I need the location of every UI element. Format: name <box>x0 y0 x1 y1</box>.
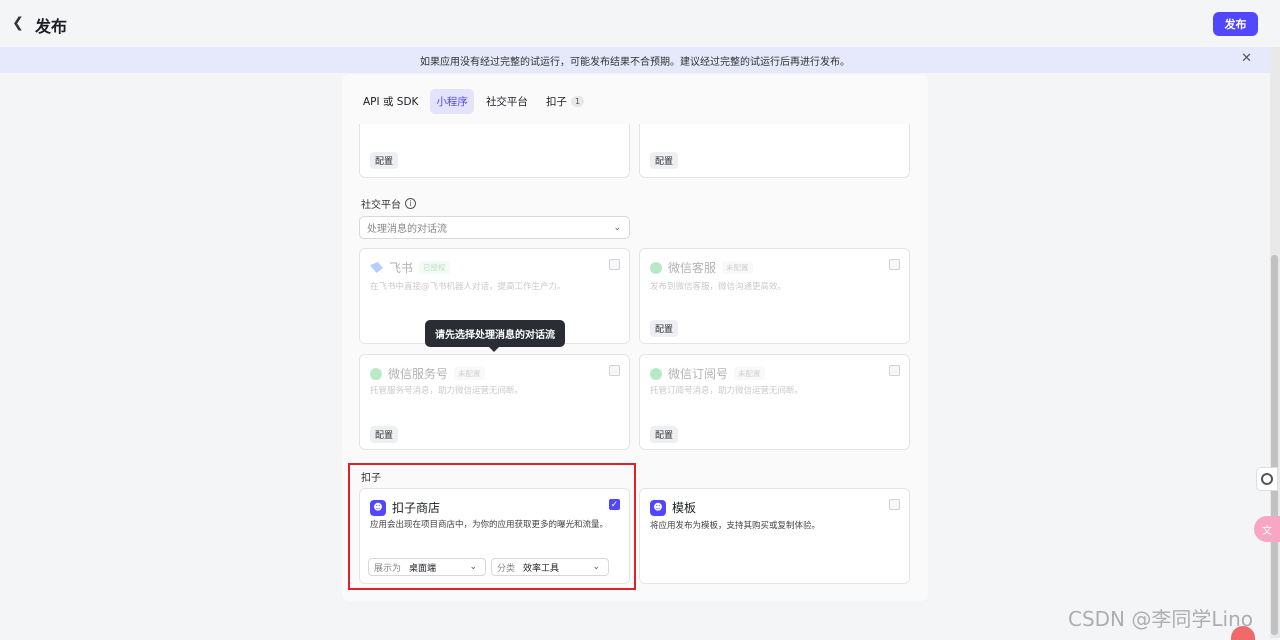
mini-program-card: 配置 <box>639 124 910 178</box>
chevron-left-icon: ❮ <box>12 15 24 31</box>
config-button[interactable]: 配置 <box>370 152 399 169</box>
social-section-label: 社交平台 i <box>361 196 416 211</box>
tab-social[interactable]: 社交平台 <box>480 89 534 114</box>
workflow-select[interactable]: 处理消息的对话流 ⌄ <box>359 216 630 239</box>
tab-mini-program[interactable]: 小程序 <box>430 89 474 114</box>
card-description: 托管订阅号消息，助力微信运营无间断。 <box>650 386 804 396</box>
status-badge: 未配置 <box>454 367 485 380</box>
wechat-icon <box>650 261 662 274</box>
circle-icon <box>1261 473 1273 485</box>
card-description: 托管服务号消息，助力微信运营无间断。 <box>370 386 524 396</box>
tab-coze[interactable]: 扣子 1 <box>540 89 590 114</box>
wechat-subscription-card[interactable]: 微信订阅号 未配置 托管订阅号消息，助力微信运营无间断。 配置 <box>639 354 910 450</box>
status-badge: 未配置 <box>734 367 765 380</box>
status-badge: 未配置 <box>722 261 753 274</box>
back-button[interactable]: ❮ <box>10 14 26 32</box>
wechat-kf-card[interactable]: 微信客服 未配置 发布到微信客服，微信沟通更高效。 配置 <box>639 248 910 344</box>
template-checkbox[interactable] <box>889 499 900 510</box>
feishu-checkbox[interactable] <box>609 259 620 270</box>
wechat-service-checkbox[interactable] <box>609 365 620 376</box>
float-assistant-button[interactable] <box>1256 467 1278 491</box>
scrollbar-thumb[interactable] <box>1271 255 1278 635</box>
config-button[interactable]: 配置 <box>650 426 679 443</box>
wechat-kf-checkbox[interactable] <box>889 259 900 270</box>
template-icon: ☻ <box>650 499 666 516</box>
highlight-box <box>348 463 636 590</box>
wechat-icon <box>370 367 382 380</box>
feishu-icon <box>370 262 383 273</box>
page-title: 发布 <box>35 17 68 36</box>
config-button[interactable]: 配置 <box>650 152 679 169</box>
mini-program-card: 配置 <box>359 124 630 178</box>
info-icon[interactable]: i <box>405 198 416 209</box>
close-icon[interactable]: ✕ <box>1241 51 1252 66</box>
top-bar: ❮ 发布 发布 <box>0 0 1280 47</box>
card-description: 在飞书中直接@飞书机器人对话，提高工作生产力。 <box>370 282 566 292</box>
publish-tabs: API 或 SDK 小程序 社交平台 扣子 1 <box>357 89 590 114</box>
float-translate-button[interactable]: 文 <box>1254 516 1280 542</box>
wechat-subscription-checkbox[interactable] <box>889 365 900 376</box>
watermark: CSDN @李同学Lino <box>1068 607 1253 631</box>
wechat-service-card[interactable]: 微信服务号 未配置 托管服务号消息，助力微信运营无间断。 配置 <box>359 354 630 450</box>
publish-button[interactable]: 发布 <box>1213 12 1258 36</box>
wechat-icon <box>650 367 662 380</box>
warning-banner: 如果应用没有经过完整的试运行，可能发布结果不合预期。建议经过完整的试运行后再进行… <box>0 47 1270 73</box>
template-card[interactable]: ☻ 模板 将应用发布为模板，支持其购买或复制体验。 <box>639 488 910 584</box>
config-button[interactable]: 配置 <box>650 320 679 337</box>
card-description: 将应用发布为模板，支持其购买或复制体验。 <box>650 521 821 531</box>
tab-badge: 1 <box>570 96 585 107</box>
tooltip: 请先选择处理消息的对话流 <box>425 320 565 352</box>
banner-text: 如果应用没有经过完整的试运行，可能发布结果不合预期。建议经过完整的试运行后再进行… <box>420 56 850 68</box>
status-badge: 已授权 <box>419 261 450 274</box>
config-button[interactable]: 配置 <box>370 426 399 443</box>
card-description: 发布到微信客服，微信沟通更高效。 <box>650 282 787 292</box>
chevron-down-icon: ⌄ <box>613 222 621 233</box>
tab-api-sdk[interactable]: API 或 SDK <box>357 89 424 114</box>
